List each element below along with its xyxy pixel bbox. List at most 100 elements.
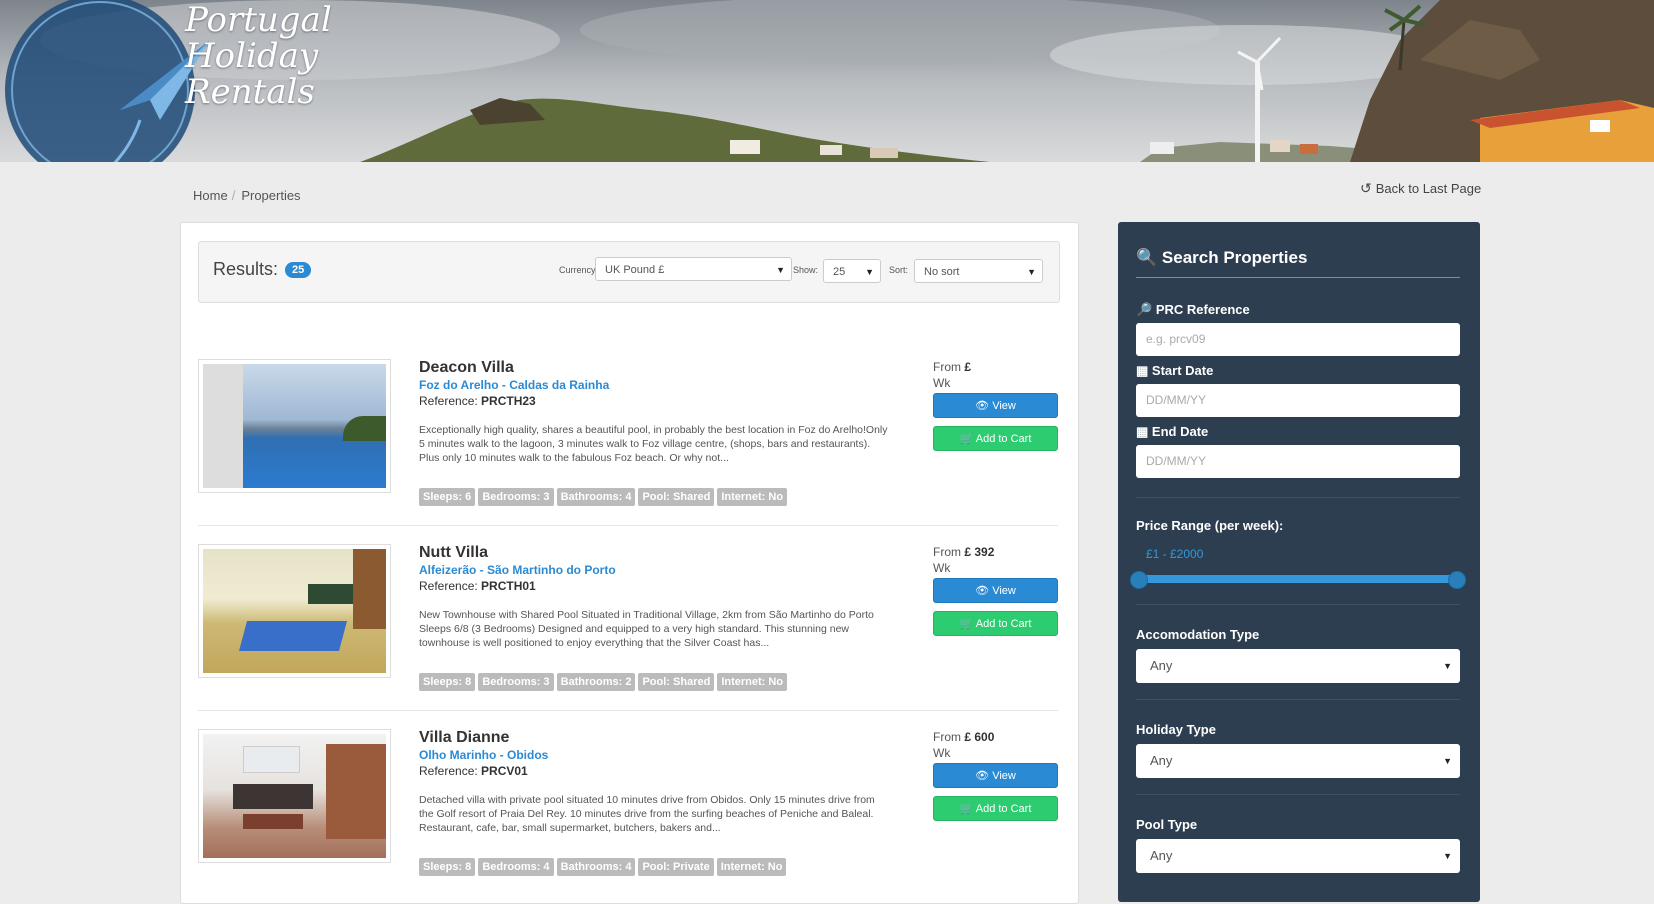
view-button-label: View <box>992 585 1016 597</box>
view-button[interactable]: 👁 View <box>933 393 1058 418</box>
start-date-label-text: Start Date <box>1151 363 1214 378</box>
property-card: Nutt Villa Alfeizerão - São Martinho do … <box>198 544 1058 714</box>
tag-sleeps: Sleeps: 6 <box>419 488 476 506</box>
breadcrumb-properties: Properties <box>241 188 301 203</box>
property-title[interactable]: Nutt Villa <box>419 544 488 562</box>
property-title[interactable]: Villa Dianne <box>419 729 509 747</box>
prc-label-text: PRC Reference <box>1155 302 1250 317</box>
back-to-last-page-link[interactable]: ↺ Back to Last Page <box>1360 180 1481 197</box>
sort-select[interactable]: No sort ▼ <box>914 259 1043 283</box>
chevron-down-icon: ▼ <box>776 265 785 275</box>
accommodation-type-label: Accomodation Type <box>1136 627 1260 642</box>
accommodation-type-select[interactable]: Any ▼ <box>1136 649 1460 683</box>
breadcrumb-separator: / <box>231 188 236 203</box>
prc-reference-input[interactable]: e.g. prcv09 <box>1136 323 1460 356</box>
pool-type-label: Pool Type <box>1136 817 1198 832</box>
price-period: Wk <box>933 746 951 760</box>
property-card: Deacon Villa Foz do Arelho - Caldas da R… <box>198 359 1058 529</box>
price-range-value: £1 - £2000 <box>1146 547 1204 561</box>
search-title: 🔍 Search Properties <box>1136 248 1307 268</box>
header-banner: Portugal Holiday Rentals <box>0 0 1654 162</box>
property-thumbnail[interactable] <box>198 359 391 493</box>
logo-line: Holiday <box>185 36 319 76</box>
undo-icon: ↺ <box>1360 180 1372 196</box>
reference-code: PRCV01 <box>481 764 528 778</box>
price-from-label: From <box>933 360 961 374</box>
property-description: Detached villa with private pool situate… <box>419 794 875 834</box>
start-date-label: ▦ Start Date <box>1136 363 1213 379</box>
property-tags: Sleeps: 6 Bedrooms: 3 Bathrooms: 4 Pool: Sh… <box>419 487 790 506</box>
price-min-handle[interactable] <box>1130 571 1148 589</box>
end-date-label: ▦ End Date <box>1136 424 1208 440</box>
property-location: Olho Marinho - Obidos <box>419 748 549 762</box>
search-title-label: Search Properties <box>1161 248 1308 267</box>
pool-type-value: Any <box>1150 848 1173 863</box>
property-title[interactable]: Deacon Villa <box>419 359 514 377</box>
row-divider <box>198 710 1058 711</box>
tag-bathrooms: Bathrooms: 2 <box>556 673 636 691</box>
tag-pool: Pool: Private <box>638 858 714 876</box>
logo-emblem <box>5 0 210 162</box>
cart-icon: 🛒 <box>959 433 974 445</box>
results-heading: Results: 25 <box>213 259 312 280</box>
tag-bedrooms: Bedrooms: 3 <box>478 673 554 691</box>
show-count-select[interactable]: 25 ▼ <box>823 259 881 283</box>
end-date-input[interactable]: DD/MM/YY <box>1136 445 1460 478</box>
add-to-cart-button[interactable]: 🛒 Add to Cart <box>933 611 1058 636</box>
view-button[interactable]: 👁 View <box>933 763 1058 788</box>
price-from-label: From <box>933 545 961 559</box>
property-thumbnail[interactable] <box>198 729 391 863</box>
currency-select-value: UK Pound £ <box>605 264 665 276</box>
prc-reference-label: 🔎 PRC Reference <box>1136 302 1250 318</box>
section-divider <box>1136 604 1460 605</box>
eye-icon: 👁 <box>975 585 990 597</box>
price-range-slider[interactable] <box>1138 575 1456 583</box>
show-label: Show: <box>793 265 819 275</box>
price-period: Wk <box>933 561 951 575</box>
price-max-handle[interactable] <box>1448 571 1466 589</box>
property-thumbnail[interactable] <box>198 544 391 678</box>
results-count-badge: 25 <box>285 262 312 279</box>
property-tags: Sleeps: 8 Bedrooms: 3 Bathrooms: 2 Pool: Sh… <box>419 672 790 691</box>
back-link-label: Back to Last Page <box>1375 181 1482 196</box>
site-logo[interactable]: Portugal Holiday Rentals <box>185 2 335 110</box>
price-from-label: From <box>933 730 961 744</box>
property-reference: Reference: PRCTH23 <box>419 394 536 408</box>
eye-icon: 👁 <box>975 400 990 412</box>
zoom-search-icon: 🔎 <box>1136 302 1153 317</box>
holiday-type-value: Any <box>1150 753 1173 768</box>
accommodation-type-value: Any <box>1150 658 1173 673</box>
tag-internet: Internet: No <box>716 858 787 876</box>
section-divider <box>1136 794 1460 795</box>
logo-line: Rentals <box>185 72 315 112</box>
tag-bedrooms: Bedrooms: 3 <box>478 488 554 506</box>
start-date-input[interactable]: DD/MM/YY <box>1136 384 1460 417</box>
property-price: From £ 600 Wk <box>933 729 994 761</box>
reference-label: Reference: <box>419 579 478 593</box>
view-button-label: View <box>992 770 1016 782</box>
chevron-down-icon: ▼ <box>865 267 874 277</box>
logo-line: Portugal <box>185 0 332 40</box>
tag-internet: Internet: No <box>717 488 788 506</box>
view-button[interactable]: 👁 View <box>933 578 1058 603</box>
currency-select[interactable]: UK Pound £ ▼ <box>595 257 792 281</box>
tag-internet: Internet: No <box>717 673 788 691</box>
property-description: New Townhouse with Shared Pool Situated … <box>419 609 874 649</box>
row-divider <box>198 525 1058 526</box>
price-value: £ <box>964 360 972 374</box>
chevron-down-icon: ▼ <box>1443 756 1452 766</box>
cart-button-label: Add to Cart <box>975 433 1032 445</box>
price-period: Wk <box>933 376 951 390</box>
property-price: From £ Wk <box>933 359 971 391</box>
add-to-cart-button[interactable]: 🛒 Add to Cart <box>933 796 1058 821</box>
property-location: Foz do Arelho - Caldas da Rainha <box>419 378 610 392</box>
holiday-type-select[interactable]: Any ▼ <box>1136 744 1460 778</box>
end-date-label-text: End Date <box>1151 424 1209 439</box>
add-to-cart-button[interactable]: 🛒 Add to Cart <box>933 426 1058 451</box>
sort-select-value: No sort <box>924 266 960 278</box>
pool-type-select[interactable]: Any ▼ <box>1136 839 1460 873</box>
breadcrumb-home[interactable]: Home <box>193 188 228 203</box>
cart-button-label: Add to Cart <box>975 803 1032 815</box>
cart-button-label: Add to Cart <box>975 618 1032 630</box>
tag-bathrooms: Bathrooms: 4 <box>556 488 636 506</box>
